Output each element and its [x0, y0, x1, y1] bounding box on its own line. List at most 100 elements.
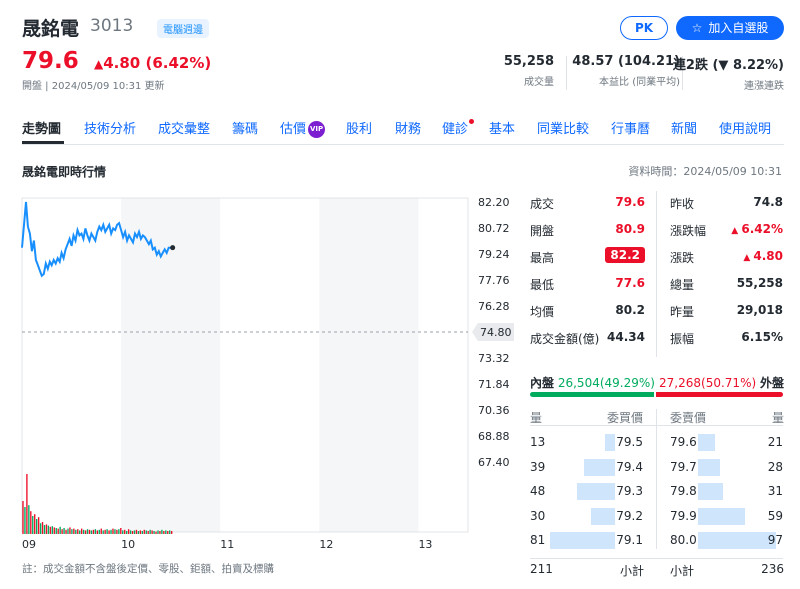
volume-bar [65, 529, 67, 534]
notification-dot-icon [469, 119, 475, 124]
tab-health[interactable]: 健診 [442, 118, 475, 137]
stat-row: 漲跌 ▲ 4.80 [670, 245, 783, 272]
ask-depth-bar [698, 434, 715, 451]
tab-basic[interactable]: 基本 [489, 118, 515, 137]
ask-row: 28 79.7 [670, 458, 783, 483]
tab-summary[interactable]: 成交彙整 [158, 118, 210, 137]
stat-label: 均價 [530, 305, 555, 319]
stat-value: 74.8 [753, 195, 783, 209]
volume-bar [28, 505, 30, 534]
stat-row: 成交 79.6 [530, 191, 645, 218]
volume-bar [77, 529, 79, 534]
bid-depth-bar [591, 507, 615, 525]
volume-bar [61, 529, 63, 534]
volume-bar [82, 529, 85, 534]
pk-button[interactable]: PK [620, 16, 668, 40]
tab-dividend[interactable]: 股利 [346, 118, 372, 137]
stat-value: 80.9 [615, 222, 645, 236]
ask-qty: 21 [767, 435, 783, 449]
bid-depth-bar [576, 483, 615, 500]
stat-row: 總量 55,258 [670, 272, 783, 299]
stat-value: ▲ 6.42% [731, 222, 783, 236]
volume-bar [71, 529, 73, 534]
ask-row: 97 80.0 [670, 531, 783, 556]
star-icon: ☆ [691, 21, 703, 35]
bid-qty: 39 [530, 459, 546, 474]
stat-value: 55,258 [736, 276, 783, 290]
volume-bar [157, 530, 159, 534]
volume-bar [80, 528, 83, 534]
volume-bar [163, 531, 165, 534]
tab-help[interactable]: 使用說明 [719, 118, 771, 137]
tab-news[interactable]: 新聞 [671, 118, 697, 137]
kpi-label: 本益比 (同業平均) [599, 77, 680, 88]
stat-row: 昨量 29,018 [670, 299, 783, 326]
stat-label: 總量 [670, 278, 695, 292]
bid-price: 79.3 [616, 484, 643, 498]
tab-peer-compare[interactable]: 同業比較 [537, 118, 589, 137]
ask-list: 21 79.6 28 79.7 31 79.8 59 79.9 97 80.0 [670, 433, 783, 556]
volume-bar [51, 526, 54, 534]
up-arrow-icon: ▲ [731, 226, 742, 236]
tab-technical[interactable]: 技術分析 [84, 118, 136, 137]
volume-bar [39, 523, 42, 534]
ask-qty: 28 [767, 459, 783, 474]
outer-value: 27,268 [659, 376, 702, 390]
stock-code: 3013 [90, 16, 134, 36]
y-tick-label: 71.84 [478, 378, 510, 391]
add-watchlist-button[interactable]: ☆ 加入自選股 [676, 16, 784, 40]
bid-depth-bar [604, 434, 615, 451]
volume-bar [53, 527, 55, 534]
tab-calendar[interactable]: 行事曆 [611, 118, 650, 137]
volume-bar [55, 528, 57, 534]
volume-bar [112, 528, 114, 534]
current-price: 79.6 [22, 48, 79, 74]
tab-financial[interactable]: 財務 [395, 118, 421, 137]
ask-qty: 31 [767, 484, 783, 498]
inner-label: 內盤 [530, 376, 555, 390]
stat-value: 44.34 [607, 330, 645, 344]
volume-bar [98, 529, 100, 534]
bid-row: 30 79.2 [530, 507, 643, 532]
last-price-dot [170, 245, 176, 251]
volume-bar [122, 530, 124, 534]
stat-row: 漲跌幅 ▲ 6.42% [670, 218, 783, 245]
volume-bar [151, 530, 153, 534]
stat-label: 振幅 [670, 332, 695, 346]
bid-price: 79.2 [616, 508, 643, 523]
ask-price: 79.9 [670, 508, 697, 523]
volume-bar [131, 531, 134, 534]
volume-bar [125, 531, 128, 534]
volume-bar [69, 527, 71, 534]
volume-bar [143, 529, 145, 534]
ask-qty-header: 量 [771, 411, 784, 425]
stat-label: 漲跌幅 [670, 224, 707, 238]
x-tick-label: 11 [220, 538, 234, 551]
tab-trend[interactable]: 走勢圖 [22, 118, 61, 137]
bid-depth-bar [550, 532, 615, 549]
bid-total-label: 小計 [620, 564, 645, 578]
stat-value: 80.2 [615, 303, 645, 317]
ask-price: 79.6 [670, 435, 697, 449]
bid-qty: 48 [530, 484, 546, 498]
intraday-chart[interactable]: 74.80 82.20 80.72 79.24 77.76 76.28 73.32 71.8… [0, 186, 520, 556]
y-tick-label: 82.20 [478, 196, 510, 209]
stat-label: 開盤 [530, 224, 555, 238]
volume-bar [153, 531, 155, 534]
stock-name: 晟銘電 [22, 18, 80, 40]
volume-bar [106, 529, 108, 534]
bid-qty: 13 [530, 435, 546, 449]
reference-label: 74.80 [480, 326, 512, 339]
volume-bar [26, 474, 28, 534]
tab-chips[interactable]: 籌碼 [232, 118, 258, 137]
industry-tag[interactable]: 電腦週邊 [157, 19, 209, 38]
ask-row: 59 79.9 [670, 507, 783, 532]
bid-row: 13 79.5 [530, 433, 643, 458]
volume-bar [79, 530, 81, 534]
volume-bar [86, 529, 89, 534]
kpi-label: 連漲連跌 [744, 81, 784, 92]
tab-valuation[interactable]: 估價 VIP [280, 118, 326, 138]
volume-bar [35, 519, 38, 534]
bid-qty-header: 量 [530, 411, 543, 425]
volume-bar [90, 530, 93, 534]
